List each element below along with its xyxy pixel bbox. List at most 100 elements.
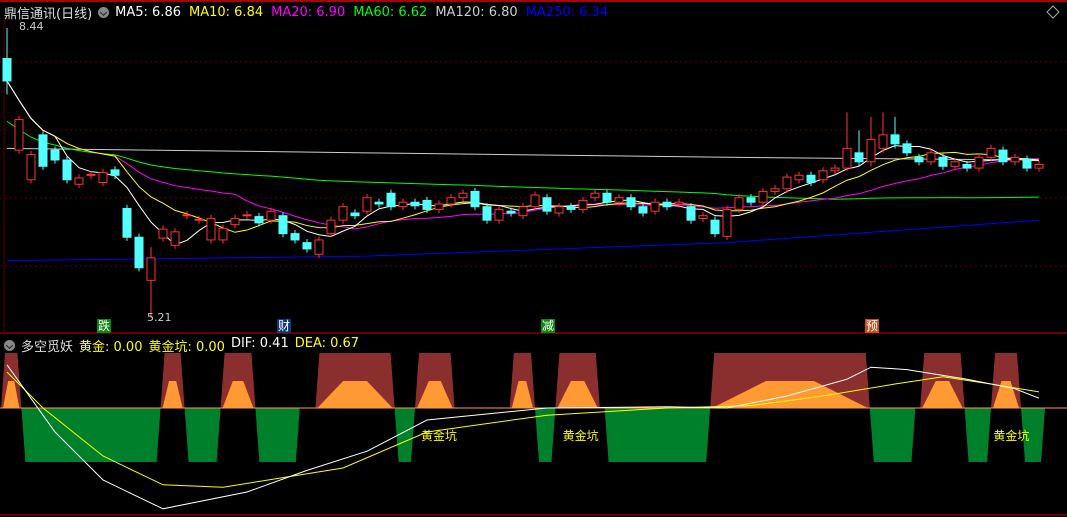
candle-body [350, 212, 360, 217]
candle-body [38, 134, 48, 167]
candle-body [1010, 156, 1020, 163]
candle-body [242, 214, 252, 217]
candle-body [950, 161, 960, 167]
indicator-value: 黄金: 0.00 [79, 340, 143, 355]
golden-pit-label: 黄金坑 [562, 429, 599, 443]
golden-pit-label: 黄金坑 [421, 429, 458, 443]
candle-body [386, 192, 396, 208]
candle-body [2, 58, 12, 82]
candle-body [206, 217, 216, 241]
candle-body [794, 174, 804, 181]
candle-body [314, 239, 324, 255]
golden-pit-label: 黄金坑 [993, 429, 1030, 443]
candle-body [890, 134, 900, 145]
candle-body [1034, 163, 1044, 169]
candle-body [674, 201, 684, 205]
candle-body [974, 156, 984, 169]
candle-body [446, 197, 456, 205]
candle-body [50, 149, 60, 161]
candle-body [182, 214, 192, 217]
candle-body [278, 215, 288, 235]
candle-body [86, 173, 96, 176]
candle-body [170, 231, 180, 246]
candle-body [62, 159, 72, 181]
candle-body [506, 210, 516, 214]
candle-body [866, 138, 876, 163]
candle-body [854, 152, 864, 163]
candle-body [110, 169, 120, 176]
event-tag[interactable]: 跌 [97, 319, 112, 333]
candle-body [266, 210, 276, 221]
bear-zone [184, 408, 221, 462]
indicator-value: 黄金坑: 0.00 [148, 340, 225, 355]
candle-body [338, 206, 348, 221]
candle-body [158, 228, 168, 239]
candle-body [770, 188, 780, 192]
event-tag[interactable]: 财 [277, 319, 292, 333]
kline-chart[interactable] [0, 0, 1067, 517]
candle-body [842, 147, 852, 169]
candle-body [878, 134, 888, 149]
candle-body [14, 119, 24, 151]
chevron-down-icon[interactable] [4, 340, 15, 351]
indicator-value: DIF: 0.41 [230, 336, 289, 351]
candle-body [434, 203, 444, 210]
candle-body [26, 154, 36, 181]
candle-body [482, 206, 492, 221]
candle-body [458, 192, 468, 199]
candle-body [746, 197, 756, 203]
low-price-mark: 5.21 [147, 311, 172, 324]
ma250-line [6, 219, 1040, 262]
candle-body [962, 163, 972, 169]
candle-body [914, 156, 924, 163]
bear-zone [869, 408, 916, 462]
bear-zone [964, 408, 991, 462]
bear-zone [255, 408, 300, 462]
candle-body [374, 201, 384, 205]
candle-body [998, 149, 1008, 163]
candle-body [818, 170, 828, 181]
candle-body [806, 174, 816, 183]
candle-body [194, 218, 204, 221]
candle-body [614, 197, 624, 203]
candle-body [938, 156, 948, 167]
candle-body [566, 206, 576, 210]
candle-body [986, 147, 996, 158]
candle-body [134, 236, 144, 269]
candle-body [626, 197, 636, 208]
candle-body [518, 206, 528, 217]
candle-body [254, 216, 264, 224]
candle-body [734, 197, 744, 210]
candle-body [74, 177, 84, 185]
candle-body [146, 257, 156, 281]
candle-body [710, 219, 720, 235]
candle-body [782, 176, 792, 190]
candle-body [926, 152, 936, 163]
ma60-line [6, 120, 1040, 200]
indicator-value: DEA: 0.67 [294, 336, 360, 351]
candle-body [662, 201, 672, 208]
candle-body [230, 217, 240, 226]
candle-body [590, 192, 600, 199]
candle-body [542, 197, 552, 212]
candle-body [218, 227, 228, 241]
ma5-line [6, 80, 1040, 246]
candle-body [758, 190, 768, 203]
event-tag[interactable]: 减 [541, 319, 556, 333]
candle-body [638, 206, 648, 214]
candle-body [902, 143, 912, 154]
bear-zone [604, 408, 711, 462]
candle-body [698, 215, 708, 219]
candle-body [554, 206, 564, 214]
candle-body [830, 167, 840, 172]
candle-body [98, 172, 108, 183]
candle-body [302, 242, 312, 250]
candle-body [722, 208, 732, 237]
indicator-legend: 黄金: 0.00 黄金坑: 0.00 DIF: 0.41 DEA: 0.67 [79, 336, 359, 355]
bear-zone [21, 408, 161, 462]
candle-body [650, 201, 660, 212]
candle-body [578, 199, 588, 210]
event-tag[interactable]: 预 [865, 319, 880, 333]
candle-body [122, 207, 132, 238]
candle-body [530, 194, 540, 208]
